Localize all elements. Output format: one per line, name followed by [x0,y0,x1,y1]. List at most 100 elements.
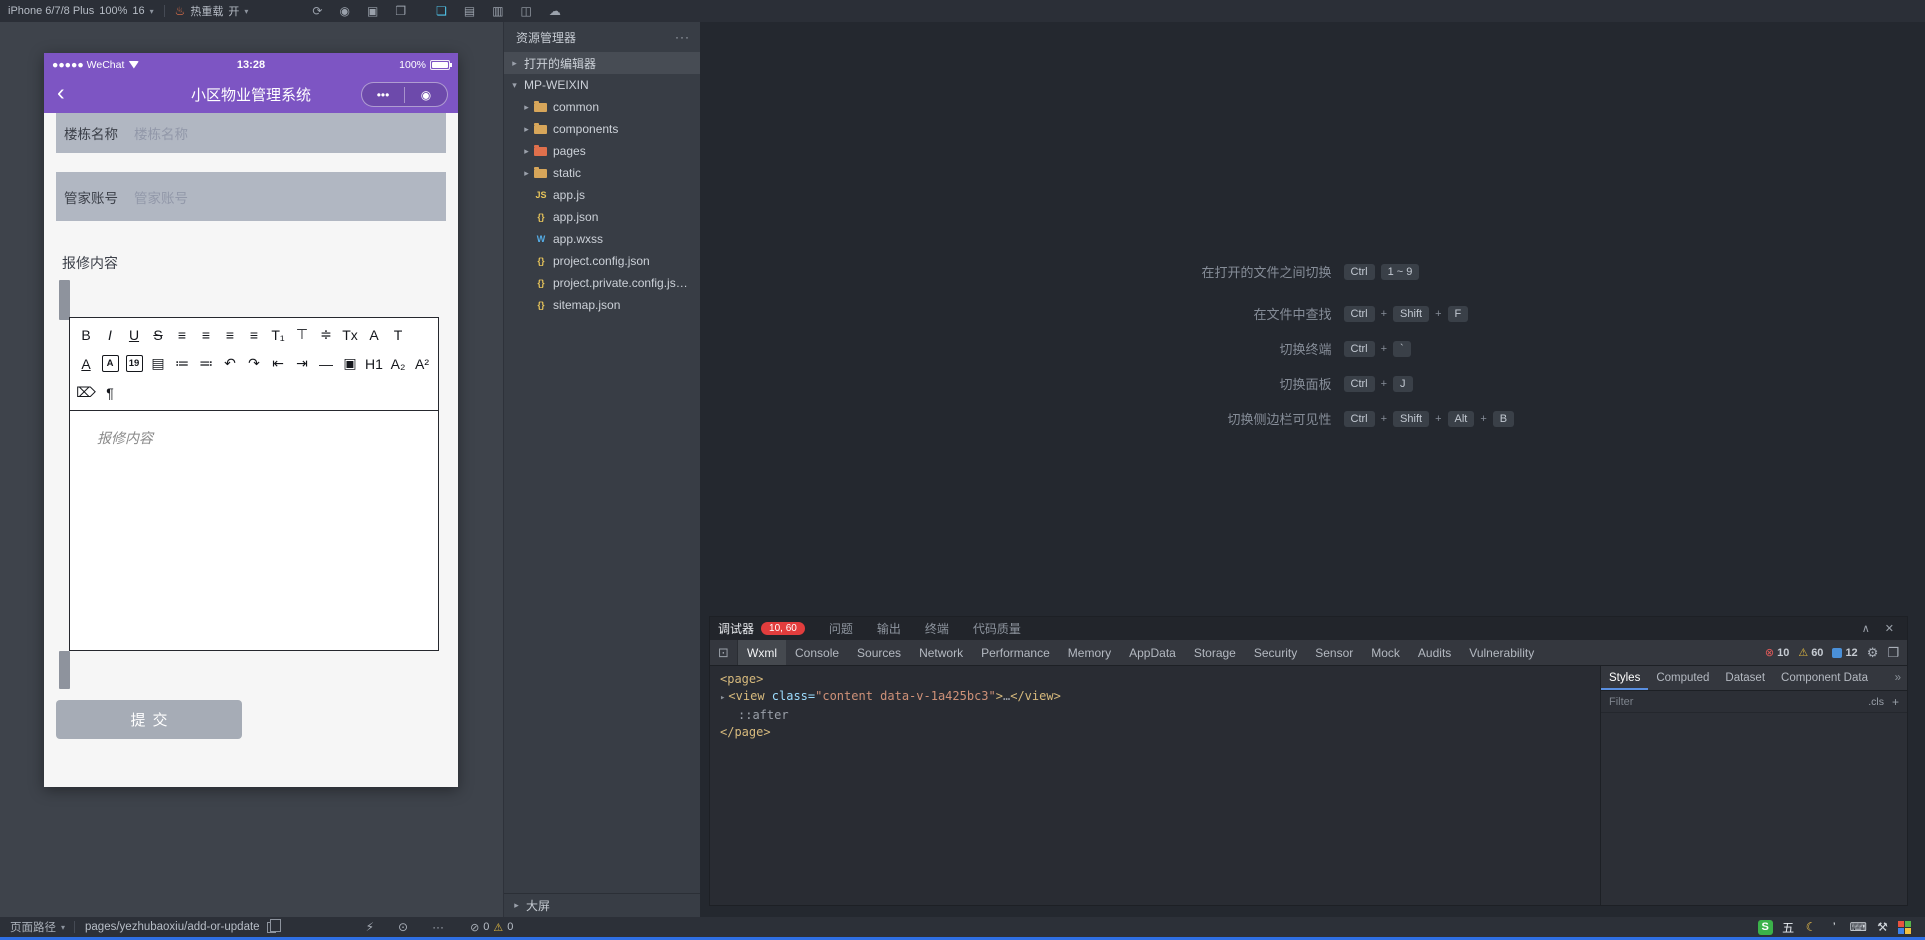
devtools-tab-memory[interactable]: Memory [1059,640,1120,665]
highlight-icon[interactable]: A [101,355,119,372]
paragraph-icon[interactable]: ¶ [98,378,122,407]
cloud-icon[interactable]: ☁ [549,4,561,18]
h1-icon[interactable]: H1 [362,349,386,378]
clear-format-icon[interactable]: Tx [338,320,362,349]
debugger-tab-4[interactable]: 代码质量 [973,620,1021,637]
problem-counts[interactable]: ⊘ 0 ⚠ 0 [470,921,513,934]
devtools-tab-vulnerability[interactable]: Vulnerability [1460,640,1543,665]
indent-icon[interactable]: ⇥ [290,349,314,378]
page-path-selector[interactable]: 页面路径 ▾ [0,919,74,935]
subscript-icon[interactable]: A₂ [386,349,410,378]
devtools-tab-audits[interactable]: Audits [1409,640,1460,665]
align-center-icon[interactable]: ≡ [194,320,218,349]
overflow-chevrons-icon[interactable]: » [1895,666,1907,690]
collapse-icon[interactable]: ∧ [1862,622,1870,635]
devtools-tab-network[interactable]: Network [910,640,972,665]
trash-icon[interactable]: ⌦ [74,378,98,407]
styles-filter-input[interactable] [1609,695,1861,708]
form-field-account[interactable]: 管家账号 管家账号 [56,172,446,221]
more-actions-icon[interactable]: ··· [675,30,690,44]
devtools-tab-security[interactable]: Security [1245,640,1306,665]
clipboard-icon[interactable]: ▤ [146,349,170,378]
warning-count[interactable]: ⚠ 60 [1798,646,1823,660]
moon-icon[interactable]: ☾ [1804,920,1819,935]
debugger-tab-2[interactable]: 输出 [877,620,901,637]
section-open-editors[interactable]: ▸ 打开的编辑器 [504,52,700,74]
tree-item-app-js[interactable]: JS app.js [504,184,700,206]
italic-icon[interactable]: I [98,320,122,349]
align-left-icon[interactable]: ≡ [170,320,194,349]
debugger-tab-0[interactable]: 调试器 10, 60 [718,620,805,637]
dock-panel-icon[interactable]: ❐ [1887,645,1899,661]
styles-tab-styles[interactable]: Styles [1601,666,1648,690]
devtools-tab-performance[interactable]: Performance [972,640,1059,665]
tools-icon[interactable]: ⚒ [1875,920,1890,935]
styles-tab-dataset[interactable]: Dataset [1717,666,1773,690]
styles-tab-computed[interactable]: Computed [1648,666,1717,690]
text-color-icon[interactable]: A [74,349,98,378]
keyboard-icon[interactable]: ⌨ [1850,920,1867,935]
devtools-tab-appdata[interactable]: AppData [1120,640,1185,665]
tree-item-static[interactable]: ▸ static [504,162,700,184]
divider-icon[interactable]: — [314,349,338,378]
scroll-handle[interactable] [59,280,70,320]
grid-icon[interactable]: ▤ [464,4,475,18]
devtools-tab-wxml[interactable]: Wxml [738,640,786,665]
date-icon[interactable]: 19 [125,355,143,372]
devtools-tab-console[interactable]: Console [786,640,848,665]
compile-bolt-icon[interactable]: ⚡ [366,920,374,934]
debugger-tab-3[interactable]: 终端 [925,620,949,637]
tree-item-app-wxss[interactable]: Wapp.wxss [504,228,700,250]
tree-item-app-json[interactable]: {} app.json [504,206,700,228]
tree-item-common[interactable]: ▸ common [504,96,700,118]
screenshot-icon[interactable]: ▣ [367,4,378,18]
copy-path-icon[interactable] [266,918,281,933]
section-large-screen[interactable]: ▸ 大屏 [504,893,700,917]
device-selector[interactable]: iPhone 6/7/8 Plus 100% 16 ▾ [8,5,154,17]
font-icon[interactable]: T [386,320,410,349]
close-icon[interactable]: ✕ [1885,622,1894,635]
align-justify-icon[interactable]: ≡ [242,320,266,349]
hot-reload-toggle[interactable]: ♨ 热重载 开 ▾ [175,3,249,19]
title-icon[interactable]: T₁ [266,320,290,349]
line-height-icon[interactable]: ≑ [314,320,338,349]
bold-icon[interactable]: B [74,320,98,349]
editor-placeholder[interactable]: 报修内容 [70,411,438,448]
ime-grid-icon[interactable] [1898,920,1911,934]
devtools-tab-mock[interactable]: Mock [1362,640,1409,665]
comma-icon[interactable]: ’ [1827,920,1842,935]
record-icon[interactable]: ◉ [339,4,349,18]
capsule-menu-button[interactable]: ••• [362,89,404,101]
debugger-tab-1[interactable]: 问题 [829,620,853,637]
underline-icon[interactable]: U [122,320,146,349]
wubi-icon[interactable]: 五 [1781,920,1796,935]
font-size-icon[interactable]: A [362,320,386,349]
undo-icon[interactable]: ↶ [218,349,242,378]
form-field-building[interactable]: 楼栋名称 楼栋名称 [56,113,446,153]
image-icon[interactable]: ▣ [338,349,362,378]
split-icon[interactable]: ◫ [521,4,532,18]
scroll-handle[interactable] [59,651,70,689]
sogou-icon[interactable]: S [1757,919,1773,935]
tree-item-components[interactable]: ▸ components [504,118,700,140]
header-icon[interactable]: ⊤ [290,320,314,349]
preview-eye-icon[interactable]: ⊙ [398,920,408,934]
devtools-tab-sources[interactable]: Sources [848,640,910,665]
submit-button[interactable]: 提交 [56,700,242,739]
layout-icon[interactable]: ▥ [492,4,503,18]
capsule-close-button[interactable]: ◉ [405,89,447,101]
layers-icon[interactable]: ❏ [436,4,447,18]
rich-text-editor[interactable]: B I U S ≡ ≡ ≡ ≡ T₁ ⊤ ≑ Tx A T A A 19 ▤ ≔ ≕ ↶ ↷ ⇤ ⇥ — ▣ H1 A₂ A² ⌦ ¶ 报修… [69,317,439,651]
settings-gear-icon[interactable]: ⚙ [1867,645,1879,661]
devtools-tab-storage[interactable]: Storage [1185,640,1245,665]
unordered-list-icon[interactable]: ≕ [194,349,218,378]
back-button[interactable]: ‹ [57,78,65,108]
styles-tab-component-data[interactable]: Component Data [1773,666,1876,690]
strikethrough-icon[interactable]: S [146,320,170,349]
expand-arrow-icon[interactable]: ▸ [720,693,725,703]
tree-item-pages[interactable]: ▸ pages [504,140,700,162]
message-count[interactable]: 12 [1832,647,1858,659]
superscript-icon[interactable]: A² [410,349,434,378]
cls-toggle[interactable]: .cls [1868,696,1884,708]
error-count[interactable]: ⊗ 10 [1765,646,1789,660]
